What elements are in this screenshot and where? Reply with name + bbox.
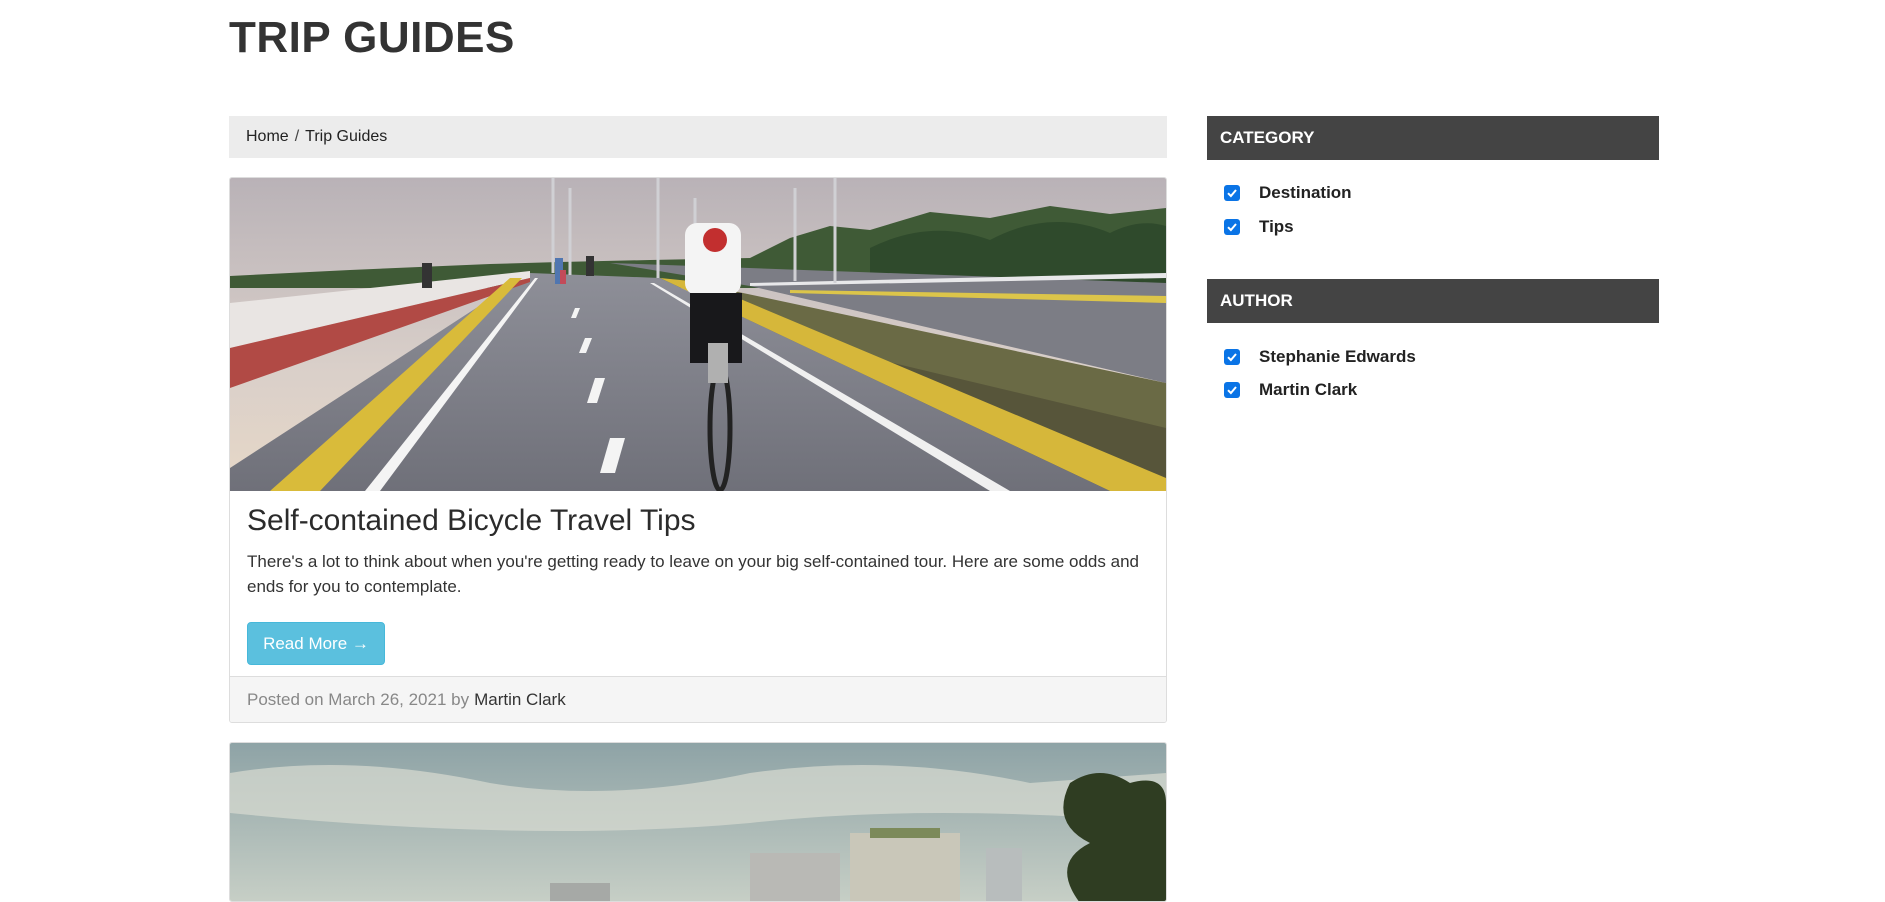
breadcrumb-current: Trip Guides (305, 128, 388, 145)
breadcrumb-home-link[interactable]: Home (246, 128, 289, 146)
post-card: Self-contained Bicycle Travel Tips There… (229, 177, 1167, 723)
author-widget-header: AUTHOR (1207, 279, 1659, 323)
author-filter-stephanie-edwards[interactable]: Stephanie Edwards (1224, 347, 1416, 367)
checkbox-checked-icon[interactable] (1224, 382, 1240, 398)
category-filter-label: Destination (1259, 183, 1352, 202)
page-title: TRIP GUIDES (229, 13, 515, 62)
read-more-button[interactable]: Read More → (247, 622, 385, 665)
checkbox-checked-icon[interactable] (1224, 219, 1240, 235)
post-image-city-skyline[interactable] (230, 743, 1166, 901)
checkbox-checked-icon[interactable] (1224, 185, 1240, 201)
author-filter-label: Stephanie Edwards (1259, 347, 1416, 366)
post-footer: Posted on March 26, 2021 by Martin Clark (230, 676, 1166, 722)
category-widget-header: CATEGORY (1207, 116, 1659, 160)
checkbox-checked-icon[interactable] (1224, 349, 1240, 365)
post-image-bicycle-road[interactable] (230, 178, 1166, 491)
category-filter-tips[interactable]: Tips (1224, 217, 1294, 237)
post-date: Posted on March 26, 2021 by (247, 689, 470, 709)
category-filter-destination[interactable]: Destination (1224, 183, 1352, 203)
breadcrumb: Home / Trip Guides (229, 116, 1167, 158)
post-card (229, 742, 1167, 902)
category-filter-label: Tips (1259, 217, 1294, 236)
author-filter-martin-clark[interactable]: Martin Clark (1224, 380, 1357, 400)
post-author-link[interactable]: Martin Clark (474, 690, 566, 710)
author-filter-label: Martin Clark (1259, 380, 1358, 399)
post-body: Self-contained Bicycle Travel Tips There… (230, 491, 1166, 665)
post-title[interactable]: Self-contained Bicycle Travel Tips (247, 501, 696, 541)
post-excerpt: There's a lot to think about when you're… (247, 552, 1139, 596)
breadcrumb-separator: / (294, 128, 300, 145)
